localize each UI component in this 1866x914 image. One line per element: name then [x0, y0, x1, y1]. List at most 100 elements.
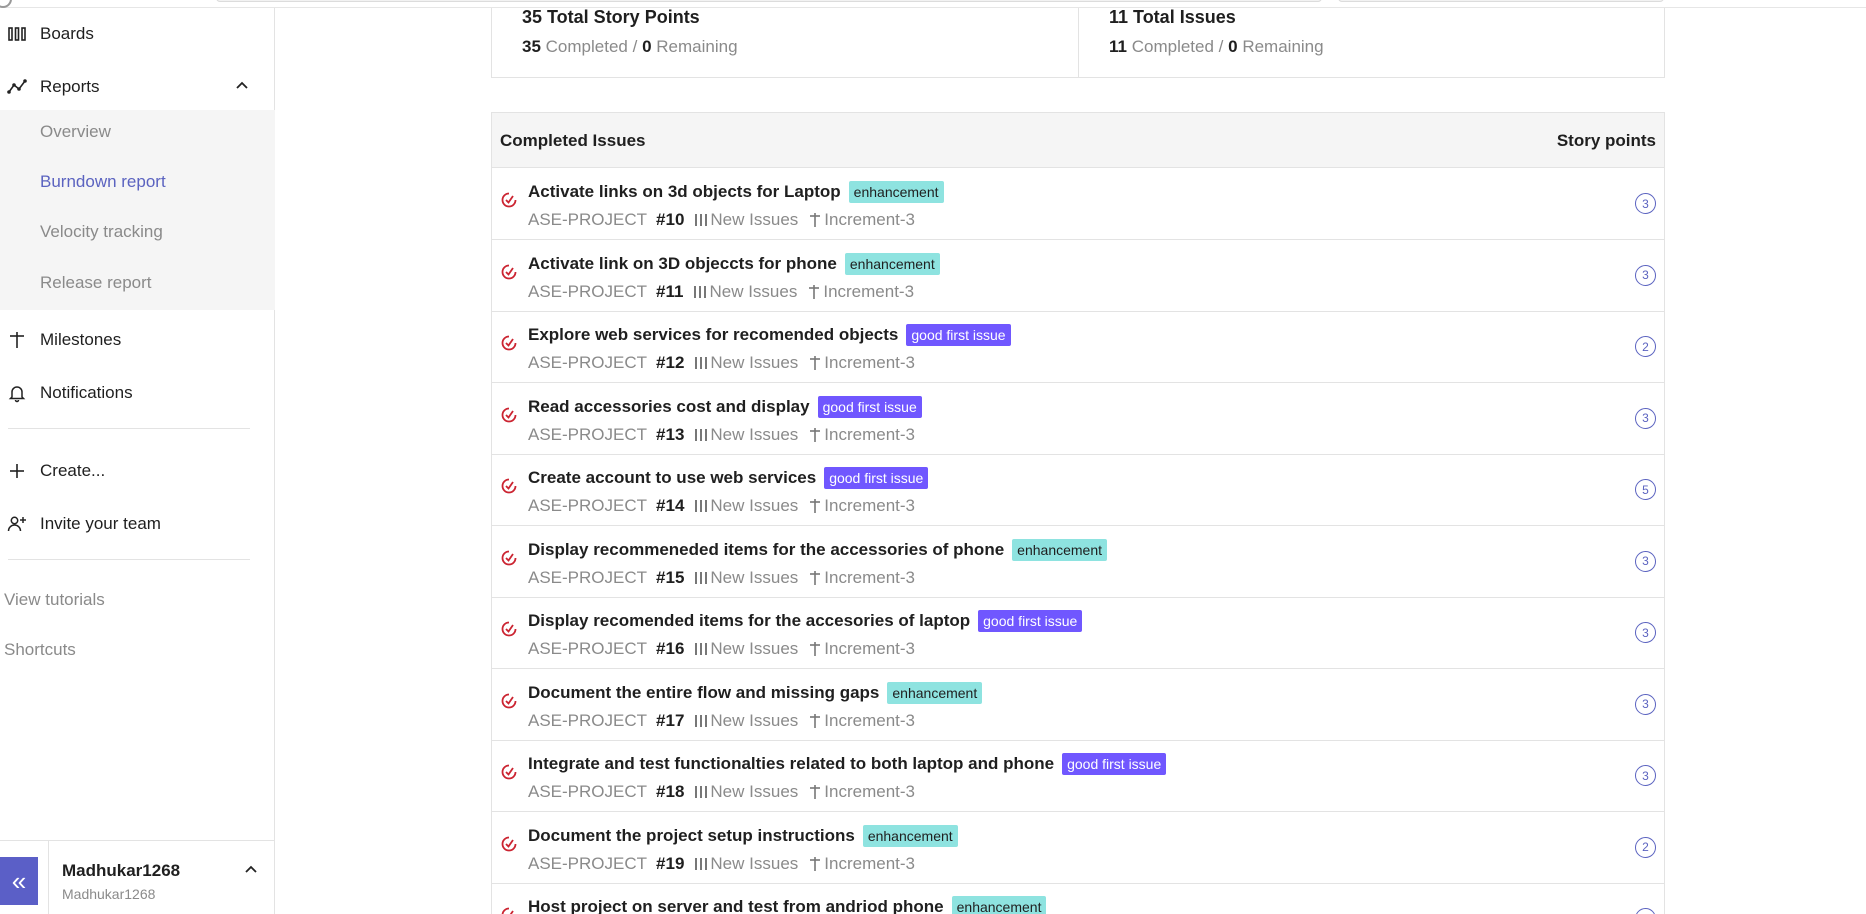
issue-title[interactable]: Activate links on 3d objects for Laptop [528, 182, 841, 202]
sidebar-divider [8, 559, 250, 560]
points-remaining-label: Remaining [656, 37, 738, 56]
top-bar [0, 0, 1866, 8]
sidebar-item-overview[interactable]: Overview [40, 122, 111, 142]
boards-icon [6, 23, 28, 45]
issue-label-badge[interactable]: enhancement [844, 252, 940, 275]
shortcuts-link[interactable]: Shortcuts [4, 640, 76, 660]
issue-title[interactable]: Read accessories cost and display [528, 397, 810, 417]
issue-title-line: Integrate and test functionalties relate… [528, 753, 1167, 775]
table-row[interactable]: Create account to use web services good f… [492, 455, 1664, 526]
issue-repo: ASE-PROJECT [528, 496, 648, 515]
issue-label-badge[interactable]: enhancement [887, 681, 983, 704]
sidebar-item-invite-team[interactable]: Invite your team [0, 504, 275, 544]
issue-repo: ASE-PROJECT [528, 710, 648, 730]
milestone-icon [810, 213, 821, 227]
sidebar-item-notifications[interactable]: Notifications [0, 373, 275, 413]
issue-label-badge[interactable]: good first issue [824, 467, 929, 489]
issue-title[interactable]: Create account to use web services [528, 468, 816, 488]
chevron-up-icon[interactable] [242, 861, 260, 879]
sidebar-item-reports[interactable]: Reports [0, 67, 275, 107]
user-name: Madhukar1268 [62, 861, 181, 880]
milestone-icon [810, 570, 821, 585]
issue-pipeline: New Issues [710, 782, 799, 801]
table-row[interactable]: Host project on server and test from and… [492, 884, 1664, 914]
issue-label-badge[interactable]: enhancement [951, 896, 1047, 914]
table-row[interactable]: Integrate and test functionalties relate… [492, 741, 1664, 812]
table-row[interactable]: Display recomended items for the accesor… [492, 598, 1664, 669]
story-points-badge: 3 [1635, 550, 1656, 572]
table-row[interactable]: Explore web services for recomended obje… [492, 312, 1664, 383]
issue-title[interactable]: Integrate and test functionalties relate… [528, 754, 1054, 774]
pipeline-icon [695, 643, 708, 655]
top-tab-strip[interactable] [216, 0, 1322, 2]
bell-icon [6, 382, 28, 404]
milestone-icon [809, 284, 820, 299]
milestone-icon [810, 499, 821, 513]
milestone-icon [810, 642, 821, 656]
top-tab-strip-secondary[interactable] [1338, 0, 1664, 2]
issue-meta: ASE-PROJECT #15 New Issues Increment-3 [528, 568, 915, 588]
closed-issue-icon [501, 764, 517, 780]
issue-meta: ASE-PROJECT #18 New Issues Increment-3 [528, 782, 915, 802]
issue-label-badge[interactable]: enhancement [862, 824, 958, 847]
pipeline-icon [695, 214, 708, 226]
issue-title-line: Create account to use web services good f… [528, 467, 929, 489]
table-row[interactable]: Document the entire flow and missing gap… [492, 670, 1664, 741]
issue-milestone: Increment-3 [824, 567, 915, 587]
issue-label-badge[interactable]: enhancement [848, 181, 944, 203]
closed-issue-icon [501, 693, 517, 708]
pipeline-icon [695, 857, 708, 870]
issue-title-line: Explore web services for recomended obje… [528, 324, 1011, 346]
sidebar-item-burndown-report[interactable]: Burndown report [40, 172, 166, 192]
issue-meta: ASE-PROJECT #16 New Issues Increment-3 [528, 639, 915, 659]
column-header-completed-issues: Completed Issues [500, 131, 646, 150]
sidebar-item-velocity-tracking[interactable]: Velocity tracking [40, 222, 163, 242]
issue-label-badge[interactable]: good first issue [817, 395, 922, 418]
issue-label-badge[interactable]: good first issue [906, 324, 1011, 346]
issue-title-line: Activate link on 3D objeccts for phone en… [528, 252, 940, 275]
story-points-badge: 2 [1635, 836, 1656, 858]
issue-meta: ASE-PROJECT #17 New Issues Increment-3 [528, 711, 915, 731]
sidebar-item-label: Invite your team [40, 514, 161, 533]
sidebar-item-boards[interactable]: Boards [0, 14, 275, 54]
chevron-up-icon[interactable] [233, 77, 251, 95]
issue-title[interactable]: Display recomended items for the accesor… [528, 611, 970, 631]
table-row[interactable]: Display recommeneded items for the acces… [492, 527, 1664, 598]
milestone-icon [810, 785, 821, 799]
issue-label-badge[interactable]: good first issue [978, 610, 1083, 632]
issue-title[interactable]: Explore web services for recomended obje… [528, 325, 898, 345]
issue-pipeline: New Issues [710, 639, 799, 658]
sidebar-item-release-report[interactable]: Release report [40, 273, 152, 293]
story-points-badge: 3 [1635, 193, 1656, 214]
issue-repo: ASE-PROJECT [528, 639, 648, 658]
milestone-icon [810, 356, 821, 370]
issue-title[interactable]: Document the project setup instructions [528, 826, 855, 846]
add-user-icon [6, 513, 28, 535]
table-row[interactable]: Read accessories cost and display good fi… [492, 384, 1664, 455]
view-tutorials-link[interactable]: View tutorials [4, 590, 105, 610]
issue-title[interactable]: Host project on server and test from and… [528, 897, 944, 914]
issue-number: #13 [656, 424, 685, 444]
issue-number: #12 [656, 353, 685, 372]
issue-label-badge[interactable]: enhancement [1012, 538, 1108, 561]
issue-meta: ASE-PROJECT #13 New Issues Increment-3 [528, 425, 915, 445]
issue-number: #14 [656, 496, 685, 515]
collapse-sidebar-button[interactable]: « [0, 857, 38, 905]
issue-repo: ASE-PROJECT [528, 782, 648, 801]
sidebar-item-milestones[interactable]: Milestones [0, 320, 275, 360]
issue-repo: ASE-PROJECT [528, 424, 648, 444]
milestone-icon [810, 856, 821, 871]
issue-milestone: Increment-3 [824, 496, 915, 515]
issue-title[interactable]: Activate link on 3D objeccts for phone [528, 254, 837, 274]
issues-remaining-value: 0 [1228, 37, 1238, 56]
table-header: Completed Issues Story points [492, 113, 1664, 168]
issue-title[interactable]: Display recommeneded items for the acces… [528, 540, 1004, 560]
issue-title[interactable]: Document the entire flow and missing gap… [528, 683, 879, 703]
issue-repo: ASE-PROJECT [528, 567, 648, 587]
table-row[interactable]: Activate links on 3d objects for Laptop e… [492, 169, 1664, 240]
sidebar-item-create[interactable]: Create... [0, 451, 275, 491]
table-row[interactable]: Activate link on 3D objeccts for phone en… [492, 241, 1664, 312]
issue-label-badge[interactable]: good first issue [1062, 753, 1167, 775]
table-row[interactable]: Document the project setup instructions e… [492, 813, 1664, 884]
issue-number: #18 [656, 782, 685, 801]
